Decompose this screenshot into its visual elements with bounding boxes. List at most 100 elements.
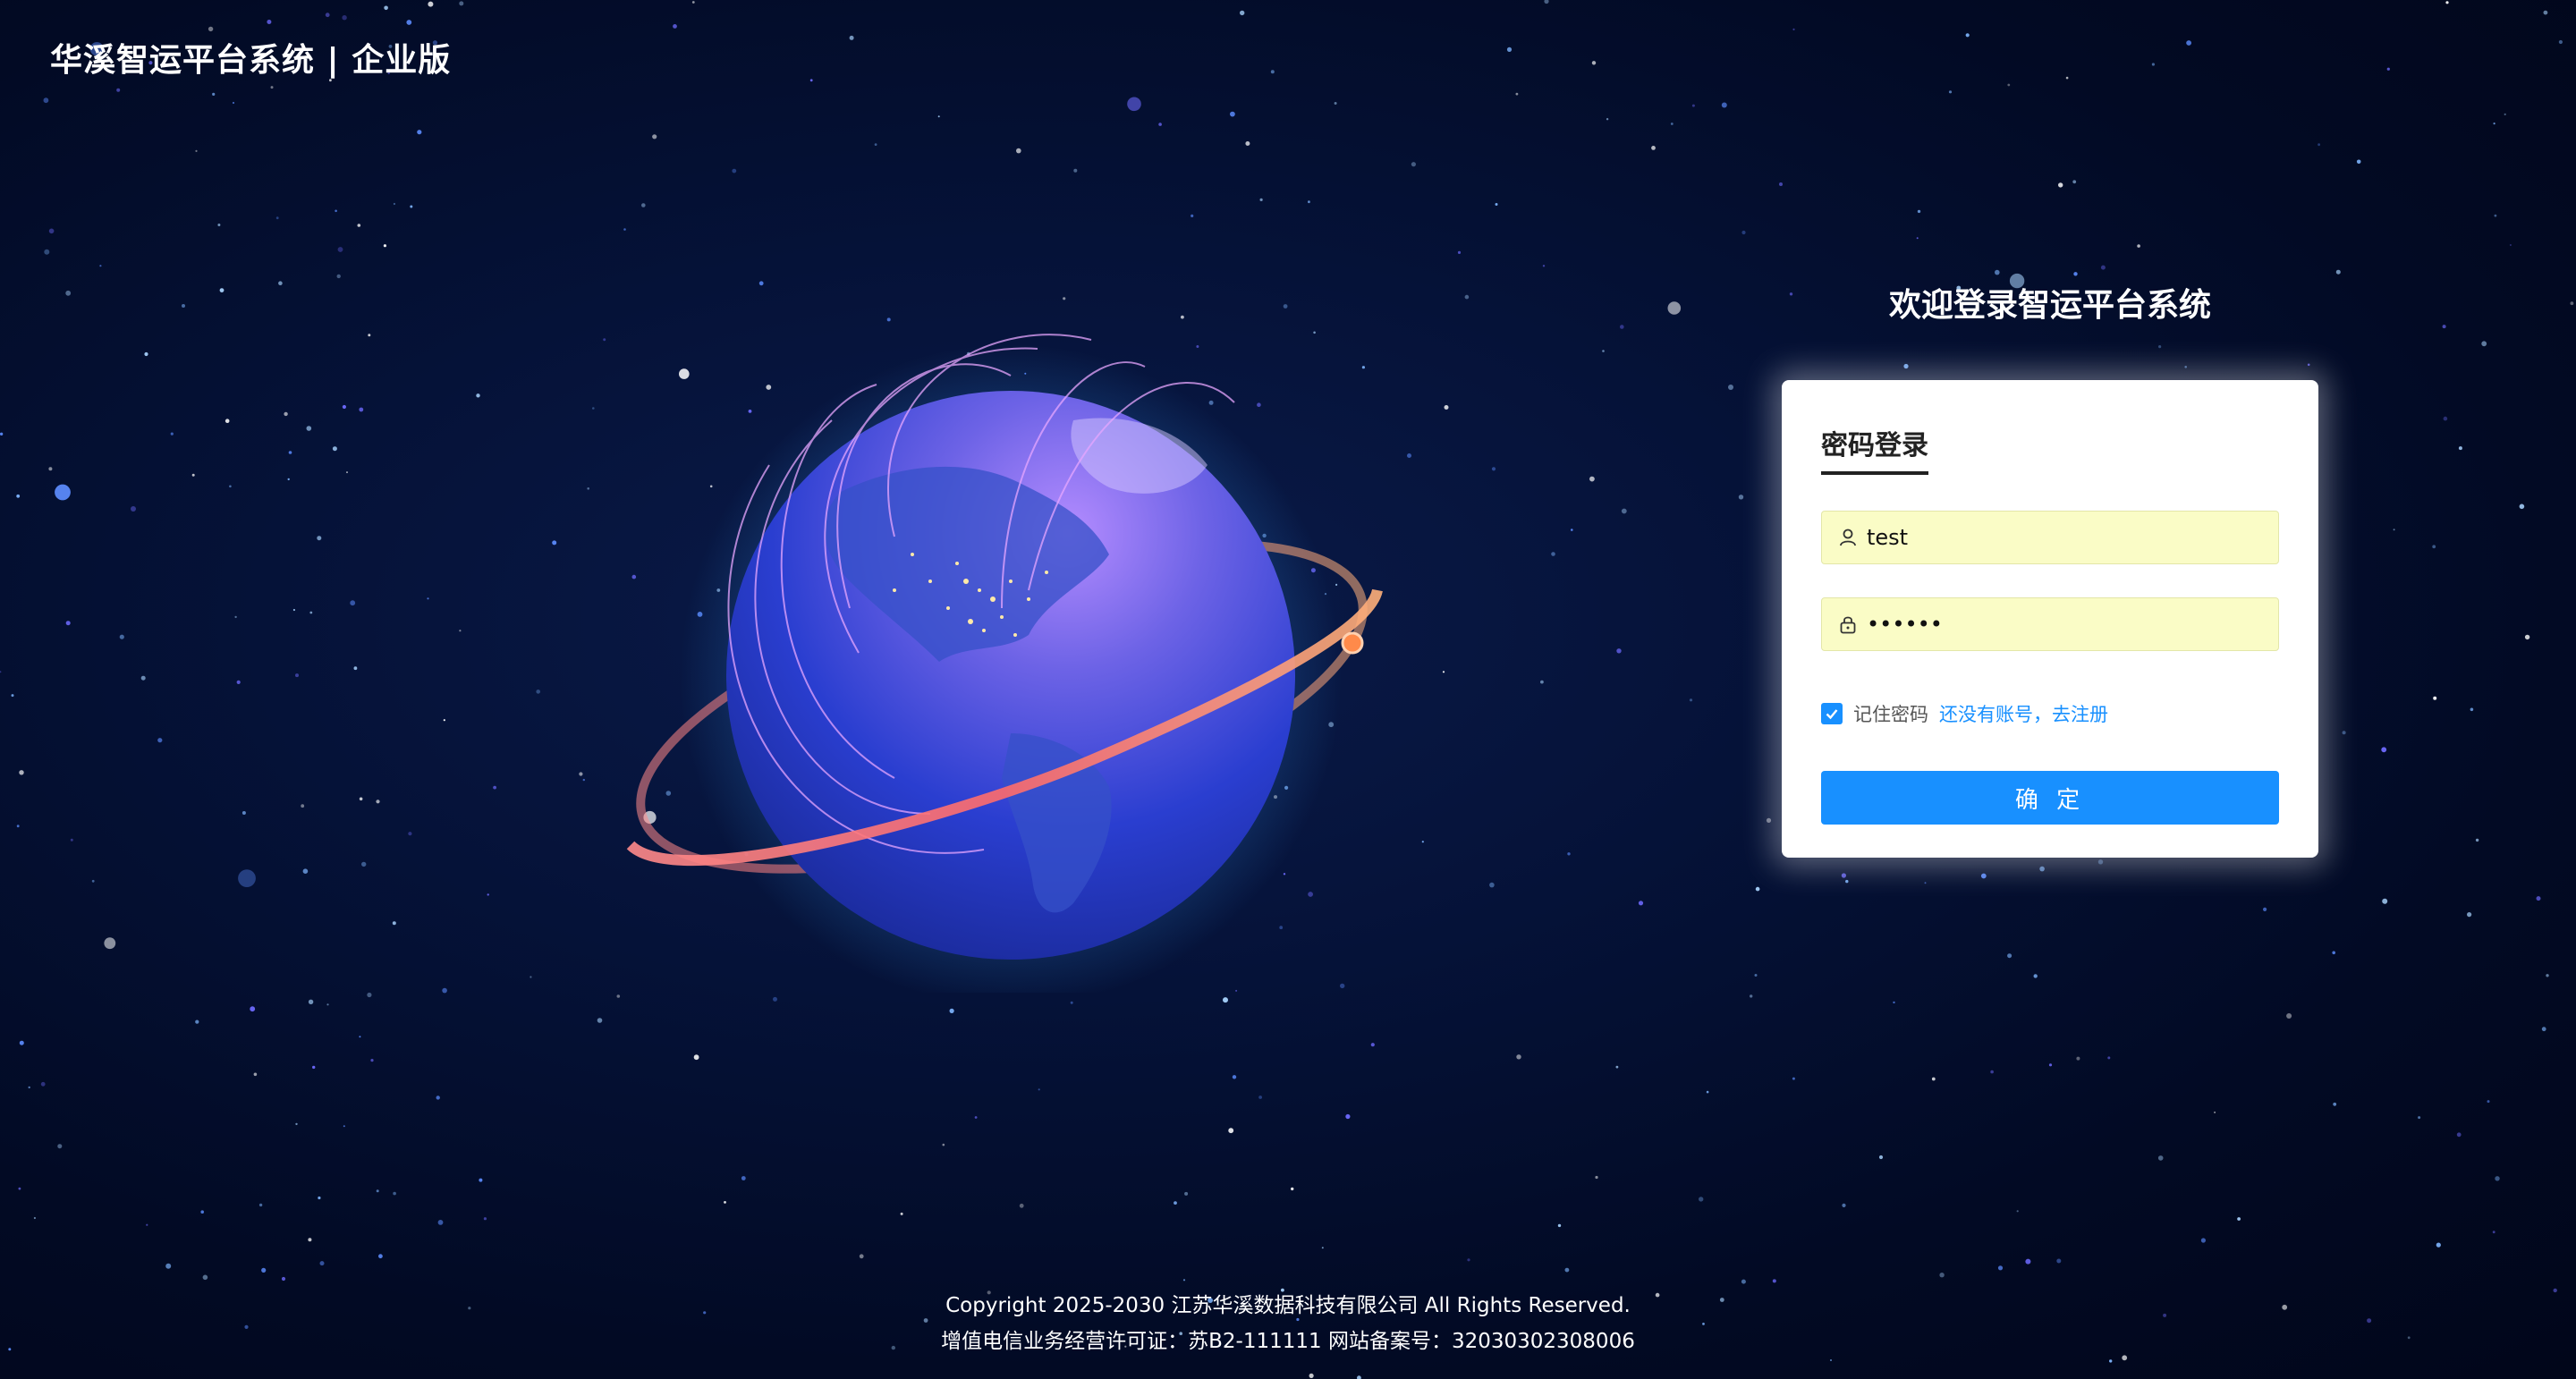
star xyxy=(2495,1176,2500,1181)
star xyxy=(2137,244,2140,248)
star xyxy=(2307,363,2310,367)
star xyxy=(1564,1267,1570,1273)
star xyxy=(1916,237,1919,240)
star xyxy=(2157,1155,2164,1161)
star xyxy=(1792,1077,1795,1080)
star xyxy=(2570,301,2574,306)
password-input[interactable] xyxy=(1865,611,2262,638)
star xyxy=(267,20,272,24)
star xyxy=(1495,203,1498,206)
star xyxy=(1766,817,1772,824)
submit-button[interactable]: 确 定 xyxy=(1821,771,2279,825)
star xyxy=(91,879,95,883)
star xyxy=(308,1238,312,1242)
username-field[interactable] xyxy=(1821,511,2279,564)
star xyxy=(250,1006,256,1012)
star xyxy=(849,35,854,40)
star xyxy=(2445,1,2449,4)
star xyxy=(1259,198,1263,201)
star xyxy=(195,1019,199,1024)
star xyxy=(2443,416,2448,421)
star xyxy=(2318,143,2321,147)
star xyxy=(359,1036,361,1038)
star xyxy=(275,216,279,220)
star xyxy=(2007,953,2012,959)
star xyxy=(1931,1077,1936,1081)
star xyxy=(1567,852,1571,856)
star xyxy=(2481,341,2487,347)
star xyxy=(317,536,322,541)
remember-checkbox[interactable] xyxy=(1821,703,1843,724)
star xyxy=(2509,244,2512,246)
star xyxy=(1772,1279,1776,1283)
star xyxy=(2381,747,2387,753)
star xyxy=(146,1223,148,1226)
star xyxy=(2493,123,2496,125)
star xyxy=(361,861,367,867)
welcome-heading: 欢迎登录智运平台系统 xyxy=(1888,287,2211,324)
star xyxy=(18,1187,21,1190)
star xyxy=(2458,446,2462,451)
star xyxy=(16,494,21,498)
star xyxy=(1616,648,1622,654)
star xyxy=(48,228,55,234)
remember-label[interactable]: 记住密码 xyxy=(1853,700,1928,727)
star xyxy=(2432,545,2436,549)
star xyxy=(2470,707,2474,712)
username-input[interactable] xyxy=(1865,524,2262,551)
star xyxy=(2097,859,2104,865)
star xyxy=(359,407,364,412)
star xyxy=(406,20,412,25)
star xyxy=(1750,994,1753,998)
star xyxy=(1491,467,1496,471)
star xyxy=(874,143,877,147)
star xyxy=(1073,168,1078,173)
star xyxy=(1442,671,1445,673)
star xyxy=(2332,951,2335,955)
password-field[interactable] xyxy=(1821,597,2279,651)
star xyxy=(2456,1132,2462,1138)
star xyxy=(483,1217,487,1221)
star xyxy=(1706,1090,1709,1094)
footer: Copyright 2025-2030 江苏华溪数据科技有限公司 All Rig… xyxy=(0,1288,2576,1359)
star xyxy=(2158,345,2162,349)
star xyxy=(408,832,412,836)
star xyxy=(1457,250,1462,254)
star xyxy=(1182,1279,1186,1282)
star xyxy=(392,921,396,926)
star xyxy=(2467,912,2472,918)
star xyxy=(1540,680,1544,684)
star xyxy=(48,467,53,471)
star xyxy=(1127,97,1141,112)
star xyxy=(65,621,71,626)
star xyxy=(350,600,356,606)
star xyxy=(693,1054,699,1061)
star xyxy=(200,1210,204,1214)
star xyxy=(1370,1043,1375,1047)
star xyxy=(370,1059,374,1062)
star xyxy=(1741,1279,1746,1284)
star xyxy=(2073,272,2078,276)
star xyxy=(368,334,371,337)
star xyxy=(318,1196,321,1200)
star xyxy=(281,1276,286,1282)
star xyxy=(2025,1258,2031,1265)
star xyxy=(2200,1238,2206,1243)
star xyxy=(219,288,225,292)
star xyxy=(1551,552,1555,556)
star xyxy=(157,738,163,743)
register-link[interactable]: 去注册 xyxy=(2052,700,2108,727)
remember-row: 记住密码 还没有账号， 去注册 xyxy=(1821,700,2108,727)
star xyxy=(1232,1075,1237,1079)
star xyxy=(476,393,480,398)
star xyxy=(367,992,372,998)
star xyxy=(2541,1027,2546,1032)
star xyxy=(28,1086,30,1089)
star xyxy=(1939,1273,1945,1278)
star xyxy=(261,1267,267,1273)
star xyxy=(1411,162,1416,167)
star xyxy=(2076,1056,2080,1061)
tab-password-login[interactable]: 密码登录 xyxy=(1821,423,1928,475)
star xyxy=(1184,1191,1189,1196)
star xyxy=(165,1263,172,1269)
